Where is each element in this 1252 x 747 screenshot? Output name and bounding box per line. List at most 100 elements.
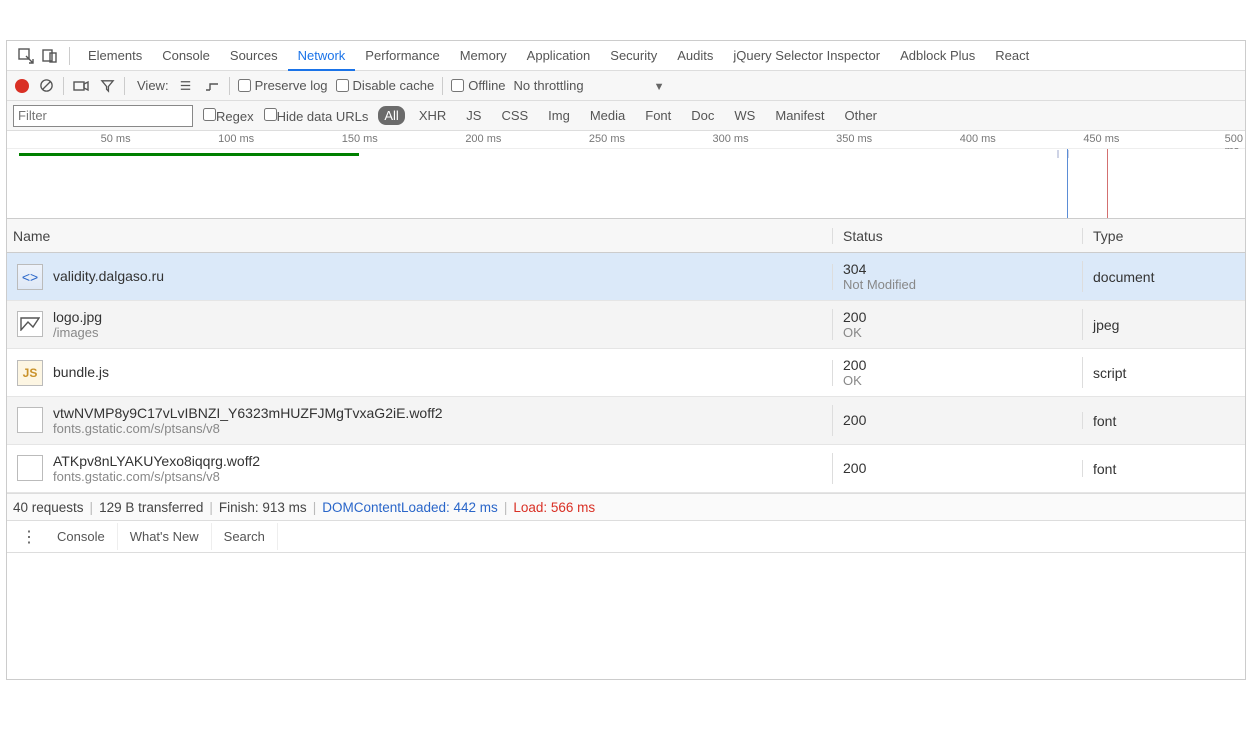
status-dcl: DOMContentLoaded: 442 ms — [322, 500, 498, 515]
ruler-tick: 250 ms — [589, 133, 625, 145]
filter-type-manifest[interactable]: Manifest — [769, 106, 830, 125]
view-label: View: — [137, 78, 169, 93]
request-path: fonts.gstatic.com/s/ptsans/v8 — [53, 421, 443, 436]
status-finish: Finish: 913 ms — [219, 500, 307, 515]
drawer: ⋮ ConsoleWhat's NewSearch — [7, 521, 1245, 553]
request-type: script — [1083, 365, 1245, 381]
hide-data-urls-checkbox[interactable]: Hide data URLs — [264, 108, 369, 124]
filter-type-js[interactable]: JS — [460, 106, 487, 125]
status-text: OK — [843, 325, 1082, 340]
tab-react[interactable]: React — [985, 42, 1039, 70]
drawer-tab-console[interactable]: Console — [45, 523, 118, 550]
clear-icon[interactable] — [37, 77, 55, 95]
status-code: 200 — [843, 460, 1082, 477]
status-requests: 40 requests — [13, 500, 84, 515]
request-type: document — [1083, 269, 1245, 285]
ruler-tick: 200 ms — [465, 133, 501, 145]
drawer-tab-search[interactable]: Search — [212, 523, 278, 550]
request-type: font — [1083, 461, 1245, 477]
device-toggle-icon[interactable] — [39, 45, 61, 67]
status-transferred: 129 B transferred — [99, 500, 203, 515]
request-name: bundle.js — [53, 364, 109, 381]
request-row[interactable]: vtwNVMP8y9C17vLvIBNZI_Y6323mHUZFJMgTvxaG… — [7, 397, 1245, 445]
network-toolbar: View: Preserve log Disable cache Offline… — [7, 71, 1245, 101]
drawer-tab-what-s-new[interactable]: What's New — [118, 523, 212, 550]
load-line — [1107, 149, 1108, 218]
request-path: fonts.gstatic.com/s/ptsans/v8 — [53, 469, 260, 484]
devtools-window: ElementsConsoleSourcesNetworkPerformance… — [6, 40, 1246, 680]
inspect-icon[interactable] — [15, 45, 37, 67]
request-type: jpeg — [1083, 317, 1245, 333]
file-blank-icon — [17, 455, 43, 481]
filter-type-xhr[interactable]: XHR — [413, 106, 452, 125]
timeline-tick — [1057, 150, 1059, 158]
view-frames-icon[interactable] — [203, 77, 221, 95]
status-code: 200 — [843, 309, 1082, 326]
request-table: <>validity.dalgaso.ru304Not Modifieddocu… — [7, 253, 1245, 493]
throttling-select[interactable]: No throttling▼ — [514, 78, 665, 93]
timeline-overview[interactable] — [7, 149, 1245, 219]
col-status[interactable]: Status — [833, 228, 1083, 244]
request-name: logo.jpg — [53, 309, 102, 326]
filter-type-doc[interactable]: Doc — [685, 106, 720, 125]
filter-type-font[interactable]: Font — [639, 106, 677, 125]
tab-security[interactable]: Security — [600, 42, 667, 70]
filter-type-img[interactable]: Img — [542, 106, 576, 125]
drawer-menu-icon[interactable]: ⋮ — [13, 527, 45, 547]
request-name: vtwNVMP8y9C17vLvIBNZI_Y6323mHUZFJMgTvxaG… — [53, 405, 443, 422]
ruler-tick: 350 ms — [836, 133, 872, 145]
disable-cache-checkbox[interactable]: Disable cache — [336, 78, 435, 93]
tab-application[interactable]: Application — [517, 42, 601, 70]
offline-checkbox[interactable]: Offline — [451, 78, 505, 93]
record-button[interactable] — [15, 79, 29, 93]
main-tabs: ElementsConsoleSourcesNetworkPerformance… — [7, 41, 1245, 71]
status-code: 200 — [843, 357, 1082, 374]
file-doc-icon: <> — [17, 264, 43, 290]
ruler-tick: 100 ms — [218, 133, 254, 145]
ruler-tick: 300 ms — [713, 133, 749, 145]
tab-network[interactable]: Network — [288, 42, 356, 71]
file-js-icon: JS — [17, 360, 43, 386]
request-name: ATKpv8nLYAKUYexo8iqqrg.woff2 — [53, 453, 260, 470]
filter-icon[interactable] — [98, 77, 116, 95]
request-row[interactable]: ATKpv8nLYAKUYexo8iqqrg.woff2fonts.gstati… — [7, 445, 1245, 493]
tab-adblock-plus[interactable]: Adblock Plus — [890, 42, 985, 70]
col-type[interactable]: Type — [1083, 228, 1245, 244]
ruler-tick: 450 ms — [1083, 133, 1119, 145]
col-name[interactable]: Name — [7, 228, 833, 244]
tab-elements[interactable]: Elements — [78, 42, 152, 70]
request-path: /images — [53, 325, 102, 340]
tab-audits[interactable]: Audits — [667, 42, 723, 70]
status-code: 200 — [843, 412, 1082, 429]
regex-checkbox[interactable]: Regex — [203, 108, 254, 124]
request-name: validity.dalgaso.ru — [53, 268, 164, 285]
request-row[interactable]: logo.jpg/images 200OKjpeg — [7, 301, 1245, 349]
preserve-log-checkbox[interactable]: Preserve log — [238, 78, 328, 93]
camera-icon[interactable] — [72, 77, 90, 95]
status-text: OK — [843, 373, 1082, 388]
activity-bar — [19, 153, 359, 156]
status-text: Not Modified — [843, 277, 1082, 292]
filter-row: Regex Hide data URLs All XHR JS CSS Img Media… — [7, 101, 1245, 131]
file-img-icon — [17, 311, 43, 337]
tab-performance[interactable]: Performance — [355, 42, 449, 70]
filter-type-media[interactable]: Media — [584, 106, 631, 125]
tab-jquery-selector-inspector[interactable]: jQuery Selector Inspector — [723, 42, 890, 70]
filter-type-css[interactable]: CSS — [495, 106, 534, 125]
request-row[interactable]: JS bundle.js 200OKscript — [7, 349, 1245, 397]
request-row[interactable]: <>validity.dalgaso.ru304Not Modifieddocu… — [7, 253, 1245, 301]
filter-type-ws[interactable]: WS — [728, 106, 761, 125]
dcl-line — [1067, 149, 1068, 218]
filter-input[interactable] — [13, 105, 193, 127]
timeline-ruler: 50 ms 100 ms 150 ms 200 ms 250 ms 300 ms 350 m… — [7, 131, 1245, 149]
tab-console[interactable]: Console — [152, 42, 220, 70]
status-bar: 40 requests| 129 B transferred| Finish: … — [7, 493, 1245, 521]
view-list-icon[interactable] — [177, 77, 195, 95]
ruler-tick: 50 ms — [101, 133, 131, 145]
tab-sources[interactable]: Sources — [220, 42, 288, 70]
filter-type-all[interactable]: All — [378, 106, 404, 125]
ruler-tick: 150 ms — [342, 133, 378, 145]
filter-type-other[interactable]: Other — [839, 106, 884, 125]
file-blank-icon — [17, 407, 43, 433]
tab-memory[interactable]: Memory — [450, 42, 517, 70]
